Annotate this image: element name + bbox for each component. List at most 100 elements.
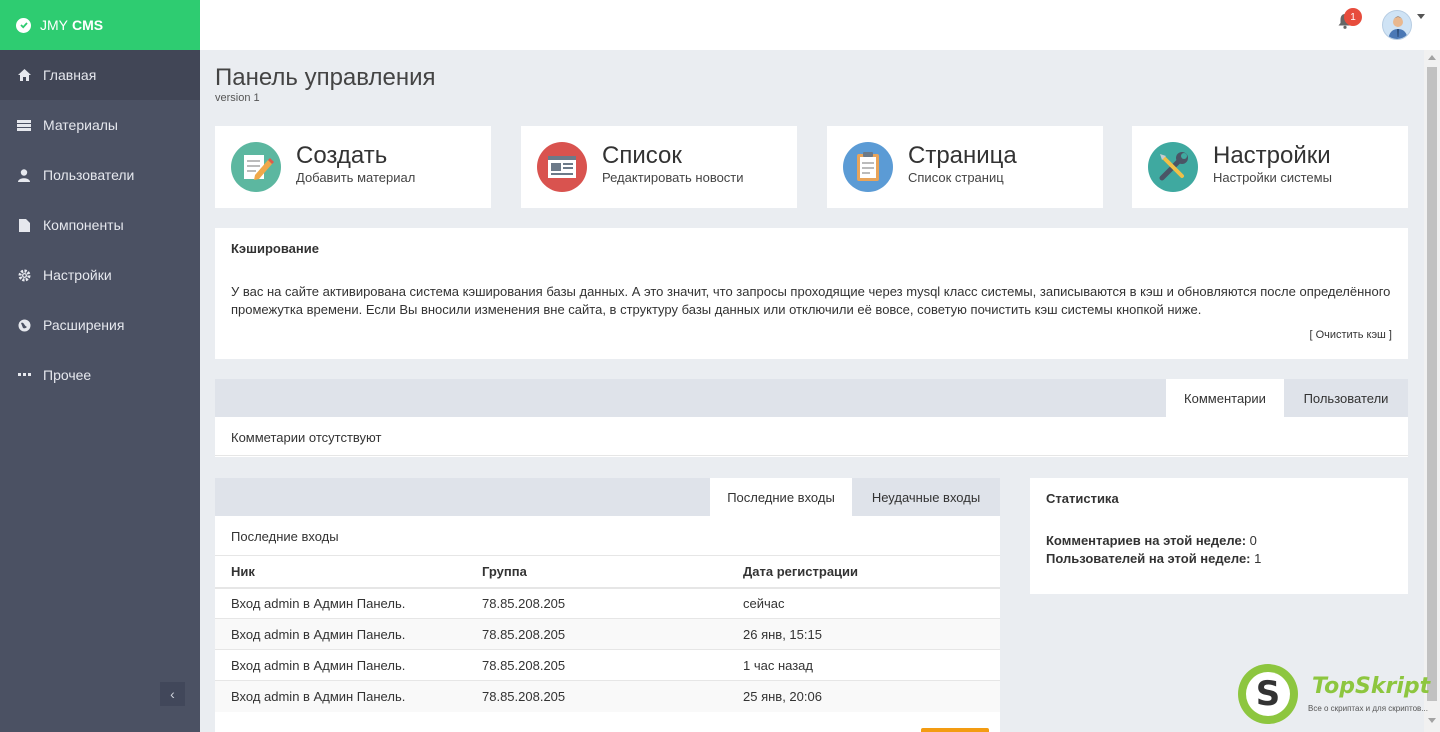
sidebar-item-home[interactable]: Главная bbox=[0, 50, 200, 100]
stats-users-row: Пользователей на этой неделе: 1 bbox=[1046, 551, 1261, 566]
watermark-tagline: Все о скриптах и для скриптов... bbox=[1308, 704, 1428, 713]
sidebar-item-label: Расширения bbox=[43, 317, 125, 333]
table-cell: 1 час назад bbox=[727, 649, 1000, 681]
notification-badge: 1 bbox=[1344, 8, 1362, 26]
pencil-note-icon bbox=[231, 142, 281, 192]
clipboard-icon bbox=[843, 142, 893, 192]
tab-recent-logins[interactable]: Последние входы bbox=[710, 478, 852, 516]
watermark-letter: S bbox=[1246, 672, 1290, 716]
sidebar-item-extensions[interactable]: Расширения bbox=[0, 300, 200, 350]
scroll-down-arrow-icon[interactable] bbox=[1428, 718, 1436, 723]
column-header-group: Группа bbox=[466, 555, 727, 589]
tile-title: Список bbox=[602, 142, 682, 169]
user-icon bbox=[17, 168, 31, 182]
column-header-nick: Ник bbox=[215, 555, 466, 589]
brand-name-light: JMY bbox=[40, 17, 68, 33]
more-button[interactable] bbox=[921, 728, 989, 732]
newspaper-icon bbox=[537, 142, 587, 192]
tile-title: Настройки bbox=[1213, 142, 1331, 169]
check-icon bbox=[16, 17, 31, 33]
table-cell: 78.85.208.205 bbox=[466, 587, 727, 619]
tools-icon bbox=[1148, 142, 1198, 192]
stats-comments-row: Комментариев на этой неделе: 0 bbox=[1046, 533, 1257, 548]
cache-description: У вас на сайте активирована система кэши… bbox=[231, 284, 1391, 317]
stats-users-value: 1 bbox=[1254, 551, 1262, 566]
table-row: Вход admin в Админ Панель. 78.85.208.205… bbox=[215, 587, 1000, 619]
logins-table: Ник Группа Дата регистрации Вход admin в… bbox=[215, 555, 1000, 712]
home-icon bbox=[17, 68, 31, 82]
table-cell: Вход admin в Админ Панель. bbox=[215, 680, 466, 712]
avatar[interactable] bbox=[1382, 10, 1412, 40]
sidebar-item-materials[interactable]: Материалы bbox=[0, 100, 200, 150]
tile-subtitle: Список страниц bbox=[908, 170, 1004, 185]
list-icon bbox=[17, 118, 31, 132]
tile-settings[interactable]: Настройки Настройки системы bbox=[1132, 126, 1408, 208]
tab-users[interactable]: Пользователи bbox=[1284, 379, 1408, 417]
tile-page[interactable]: Страница Список страниц bbox=[827, 126, 1103, 208]
file-icon bbox=[17, 218, 31, 232]
comments-panel: Комментарии Пользователи Комметарии отсу… bbox=[215, 379, 1408, 457]
tile-subtitle: Редактировать новости bbox=[602, 170, 744, 185]
stats-users-label: Пользователей на этой неделе: bbox=[1046, 551, 1251, 566]
tile-title: Страница bbox=[908, 142, 1017, 169]
sidebar-item-label: Материалы bbox=[43, 117, 118, 133]
tile-subtitle: Добавить материал bbox=[296, 170, 416, 185]
table-row: Вход admin в Админ Панель. 78.85.208.205… bbox=[215, 680, 1000, 712]
table-cell: Вход admin в Админ Панель. bbox=[215, 587, 466, 619]
sidebar-item-other[interactable]: Прочее bbox=[0, 350, 200, 400]
stats-comments-value: 0 bbox=[1249, 533, 1257, 548]
table-cell: Вход admin в Админ Панель. bbox=[215, 649, 466, 681]
gear-icon bbox=[17, 268, 31, 282]
tile-create[interactable]: Создать Добавить материал bbox=[215, 126, 491, 208]
page-subtitle: version 1 bbox=[215, 92, 260, 104]
table-cell: 78.85.208.205 bbox=[466, 618, 727, 650]
sidebar-collapse-button[interactable]: ‹ bbox=[160, 682, 185, 706]
brand-name-bold: CMS bbox=[72, 17, 104, 33]
sidebar-item-label: Настройки bbox=[43, 267, 112, 283]
comments-empty-text: Комметарии отсутствуют bbox=[231, 430, 382, 445]
logins-caption: Последние входы bbox=[231, 529, 339, 544]
stats-panel: Статистика Комментариев на этой неделе: … bbox=[1030, 478, 1408, 594]
scroll-up-arrow-icon[interactable] bbox=[1428, 55, 1436, 60]
table-row: Вход admin в Админ Панель. 78.85.208.205… bbox=[215, 649, 1000, 681]
logins-panel: Последние входы Неудачные входы Последни… bbox=[215, 478, 1000, 732]
globe-icon bbox=[17, 318, 31, 332]
table-cell: 78.85.208.205 bbox=[466, 680, 727, 712]
page-title: Панель управления bbox=[215, 64, 436, 91]
scrollbar[interactable] bbox=[1424, 50, 1440, 732]
clear-cache-button[interactable]: [ Очистить кэш ] bbox=[1309, 329, 1392, 341]
sidebar: JMY CMS Главная Материалы Пользователи К… bbox=[0, 0, 200, 732]
divider bbox=[215, 455, 1408, 456]
table-header-row: Ник Группа Дата регистрации bbox=[215, 555, 1000, 589]
sidebar-item-label: Прочее bbox=[43, 367, 92, 383]
tile-title: Создать bbox=[296, 142, 388, 169]
column-header-date: Дата регистрации bbox=[727, 555, 1000, 589]
tab-failed-logins[interactable]: Неудачные входы bbox=[852, 478, 1000, 516]
table-row: Вход admin в Админ Панель. 78.85.208.205… bbox=[215, 618, 1000, 650]
brand-logo[interactable]: JMY CMS bbox=[0, 0, 200, 50]
sidebar-item-components[interactable]: Компоненты bbox=[0, 200, 200, 250]
cache-title: Кэширование bbox=[231, 241, 319, 256]
sidebar-item-label: Компоненты bbox=[43, 217, 124, 233]
tabs-bar: Комментарии Пользователи bbox=[215, 379, 1408, 417]
table-cell: 78.85.208.205 bbox=[466, 649, 727, 681]
chevron-down-icon[interactable] bbox=[1417, 14, 1425, 19]
sidebar-item-label: Пользователи bbox=[43, 167, 135, 183]
dots-icon bbox=[17, 368, 31, 382]
sidebar-item-label: Главная bbox=[43, 67, 97, 83]
sidebar-item-settings[interactable]: Настройки bbox=[0, 250, 200, 300]
watermark-logo: S bbox=[1238, 664, 1298, 724]
topbar: 1 bbox=[200, 0, 1440, 50]
table-cell: 26 янв, 15:15 bbox=[727, 618, 1000, 650]
table-cell: Вход admin в Админ Панель. bbox=[215, 618, 466, 650]
tabs-bar: Последние входы Неудачные входы bbox=[215, 478, 1000, 516]
tile-list[interactable]: Список Редактировать новости bbox=[521, 126, 797, 208]
scroll-thumb[interactable] bbox=[1427, 67, 1437, 701]
table-cell: 25 янв, 20:06 bbox=[727, 680, 1000, 712]
watermark-name: TopSkript bbox=[1312, 674, 1431, 699]
sidebar-item-users[interactable]: Пользователи bbox=[0, 150, 200, 200]
stats-comments-label: Комментариев на этой неделе: bbox=[1046, 533, 1247, 548]
table-cell: сейчас bbox=[727, 587, 1000, 619]
cache-panel: Кэширование У вас на сайте активирована … bbox=[215, 228, 1408, 359]
tab-comments[interactable]: Комментарии bbox=[1166, 379, 1284, 417]
